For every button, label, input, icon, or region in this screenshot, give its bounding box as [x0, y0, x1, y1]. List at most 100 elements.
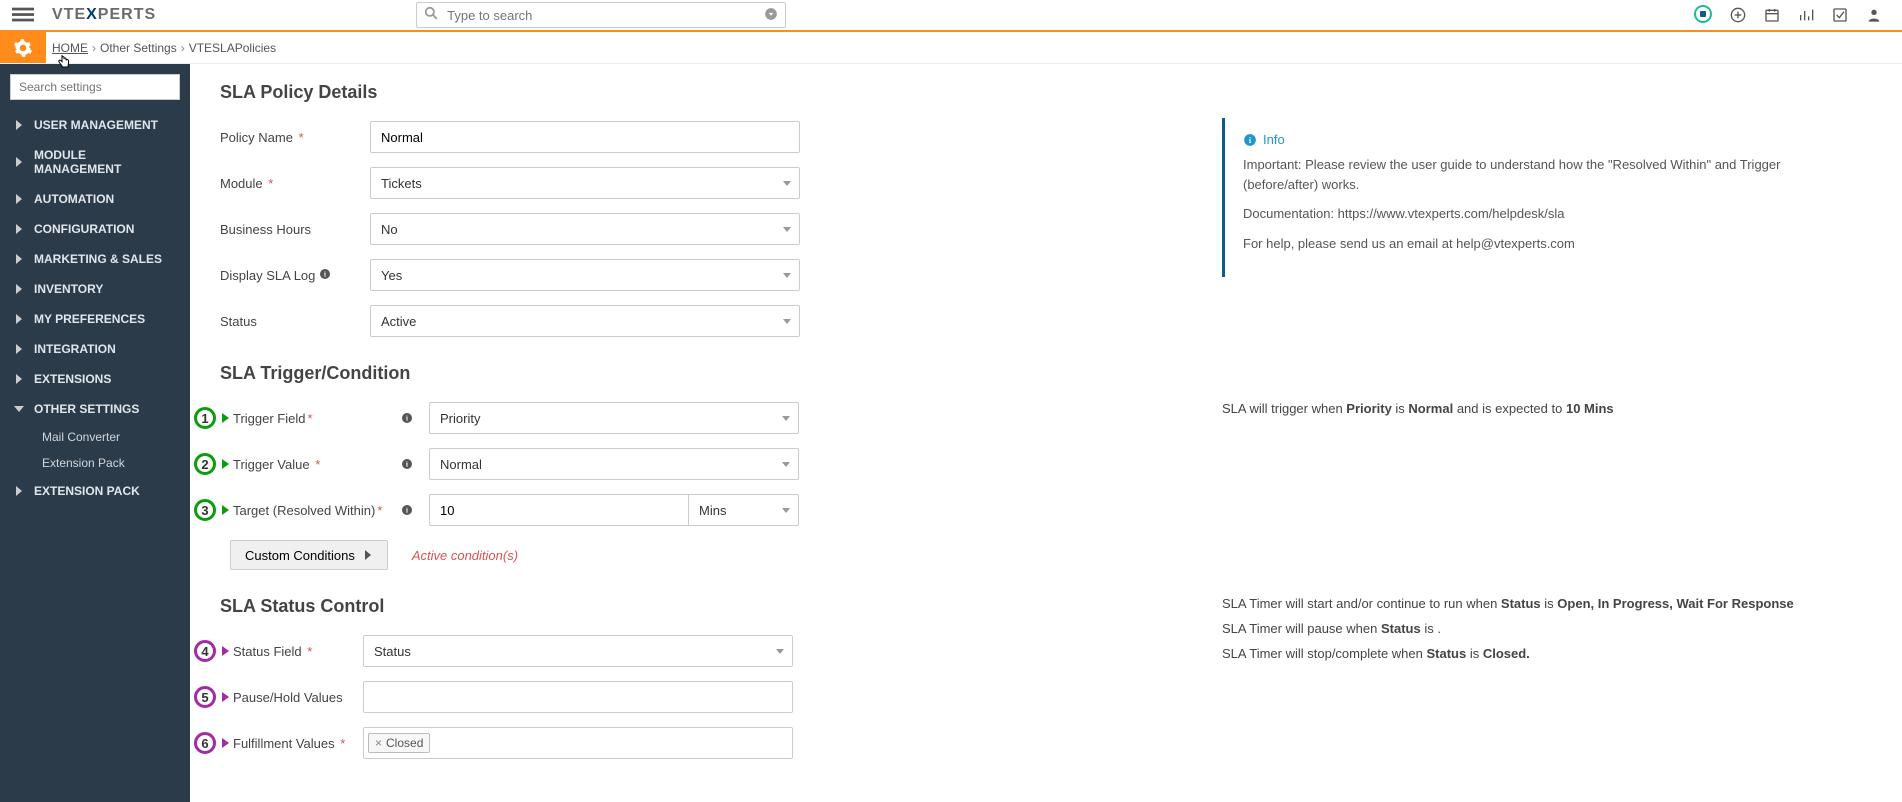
- logo-x: X: [86, 6, 98, 23]
- chevron-right-icon: [14, 194, 26, 204]
- chevron-right-icon: [14, 374, 26, 384]
- menu-icon[interactable]: [12, 4, 34, 26]
- select-trigger-value[interactable]: Normal: [429, 448, 799, 480]
- sidebar-item-extensions[interactable]: EXTENSIONS: [0, 364, 190, 394]
- tag-chip-closed: ×Closed: [368, 733, 430, 753]
- chevron-down-icon: [14, 404, 26, 414]
- remove-tag-icon[interactable]: ×: [375, 736, 382, 750]
- input-fulfillment-values[interactable]: ×Closed: [363, 727, 793, 759]
- input-pause-values[interactable]: [363, 681, 793, 713]
- sidebar-item-user-management[interactable]: USER MANAGEMENT: [0, 110, 190, 140]
- chevron-right-icon: [14, 314, 26, 324]
- search-dropdown-icon[interactable]: [764, 7, 778, 21]
- section-title-trigger: SLA Trigger/Condition: [220, 363, 1872, 384]
- app-logo[interactable]: VTEXPERTS: [46, 6, 156, 24]
- step-badge-5: 5: [194, 686, 216, 708]
- sidebar-sub-mail-converter[interactable]: Mail Converter: [0, 424, 190, 450]
- logo-post: PERTS: [98, 6, 156, 23]
- active-conditions-text: Active condition(s): [412, 548, 518, 563]
- select-trigger-field[interactable]: Priority: [429, 402, 799, 434]
- sidebar-label: AUTOMATION: [34, 192, 114, 206]
- label-status: Status: [220, 314, 370, 329]
- chevron-right-icon: [14, 120, 26, 130]
- sidebar-label: MY PREFERENCES: [34, 312, 145, 326]
- sidebar-item-configuration[interactable]: CONFIGURATION: [0, 214, 190, 244]
- chevron-right-icon: [14, 284, 26, 294]
- custom-conditions-button[interactable]: Custom Conditions: [230, 540, 388, 570]
- sidebar-item-inventory[interactable]: INVENTORY: [0, 274, 190, 304]
- plus-icon[interactable]: [1730, 7, 1746, 23]
- label-pause-values: Pause/Hold Values: [233, 690, 363, 705]
- sidebar-label: INTEGRATION: [34, 342, 116, 356]
- step-badge-1: 1: [194, 407, 216, 429]
- info-text-1: Important: Please review the user guide …: [1243, 155, 1854, 194]
- sidebar-label: CONFIGURATION: [34, 222, 134, 236]
- info-text-2: Documentation: https://www.vtexperts.com…: [1243, 204, 1854, 224]
- sidebar-label: EXTENSION PACK: [34, 484, 140, 498]
- section-title-details: SLA Policy Details: [220, 82, 1872, 103]
- select-status-field[interactable]: Status: [363, 635, 793, 667]
- chevron-right-icon: [14, 486, 26, 496]
- input-policy-name[interactable]: [370, 121, 800, 153]
- settings-sidebar: USER MANAGEMENT MODULE MANAGEMENT AUTOMA…: [0, 64, 190, 802]
- logo-pre: VTE: [52, 6, 86, 23]
- sidebar-label: INVENTORY: [34, 282, 103, 296]
- label-target: Target (Resolved Within) *: [233, 503, 401, 518]
- arrow-icon: [222, 459, 229, 469]
- arrow-icon: [222, 692, 229, 702]
- chart-icon[interactable]: [1798, 7, 1814, 23]
- main-content: SLA Policy Details Policy Name * Module …: [190, 64, 1902, 802]
- svg-text:i: i: [324, 270, 326, 278]
- arrow-icon: [222, 413, 229, 423]
- settings-gear-icon[interactable]: [0, 32, 46, 63]
- select-business-hours[interactable]: No: [370, 213, 800, 245]
- sidebar-item-my-preferences[interactable]: MY PREFERENCES: [0, 304, 190, 334]
- search-icon: [424, 6, 438, 20]
- sidebar-sub-extension-pack[interactable]: Extension Pack: [0, 450, 190, 476]
- svg-text:i: i: [406, 461, 408, 469]
- sidebar-label: USER MANAGEMENT: [34, 118, 158, 132]
- sidebar-item-integration[interactable]: INTEGRATION: [0, 334, 190, 364]
- label-policy-name: Policy Name *: [220, 130, 370, 145]
- step-badge-2: 2: [194, 453, 216, 475]
- label-module: Module *: [220, 176, 370, 191]
- search-input[interactable]: [416, 2, 786, 28]
- check-icon[interactable]: [1832, 7, 1848, 23]
- info-icon[interactable]: i: [319, 268, 331, 280]
- apps-icon[interactable]: [1694, 5, 1712, 26]
- breadcrumb-bar: HOME › Other Settings › VTESLAPolicies: [0, 32, 1902, 64]
- label-display-sla-log: Display SLA Log i: [220, 268, 370, 283]
- arrow-icon: [222, 738, 229, 748]
- sidebar-item-module-management[interactable]: MODULE MANAGEMENT: [0, 140, 190, 184]
- calendar-icon[interactable]: [1764, 7, 1780, 23]
- trigger-summary: SLA will trigger when Priority is Normal…: [1222, 401, 1872, 416]
- step-badge-4: 4: [194, 640, 216, 662]
- user-icon[interactable]: [1866, 7, 1882, 23]
- info-icon[interactable]: i: [401, 504, 419, 516]
- info-icon[interactable]: i: [401, 412, 419, 424]
- breadcrumb-other-settings[interactable]: Other Settings: [100, 41, 177, 55]
- breadcrumb-current: VTESLAPolicies: [189, 41, 276, 55]
- sidebar-item-extension-pack-bottom[interactable]: EXTENSION PACK: [0, 476, 190, 506]
- chevron-right-icon: [14, 157, 26, 167]
- sidebar-item-other-settings[interactable]: OTHER SETTINGS: [0, 394, 190, 424]
- input-target-value[interactable]: [429, 494, 689, 526]
- select-module[interactable]: Tickets: [370, 167, 800, 199]
- info-icon: i: [1243, 133, 1257, 147]
- sidebar-label: MODULE MANAGEMENT: [34, 148, 176, 176]
- sidebar-item-automation[interactable]: AUTOMATION: [0, 184, 190, 214]
- sidebar-label: MARKETING & SALES: [34, 252, 162, 266]
- top-header: VTEXPERTS: [0, 0, 1902, 32]
- label-fulfillment-values: Fulfillment Values *: [233, 736, 363, 751]
- sidebar-item-marketing-sales[interactable]: MARKETING & SALES: [0, 244, 190, 274]
- sidebar-label: OTHER SETTINGS: [34, 402, 139, 416]
- sidebar-search-input[interactable]: [10, 74, 180, 100]
- step-badge-6: 6: [194, 732, 216, 754]
- select-target-unit[interactable]: Mins: [689, 494, 799, 526]
- step-badge-3: 3: [194, 499, 216, 521]
- select-status[interactable]: Active: [370, 305, 800, 337]
- info-icon[interactable]: i: [401, 458, 419, 470]
- svg-text:i: i: [406, 507, 408, 515]
- chevron-right-icon: [14, 224, 26, 234]
- select-display-sla-log[interactable]: Yes: [370, 259, 800, 291]
